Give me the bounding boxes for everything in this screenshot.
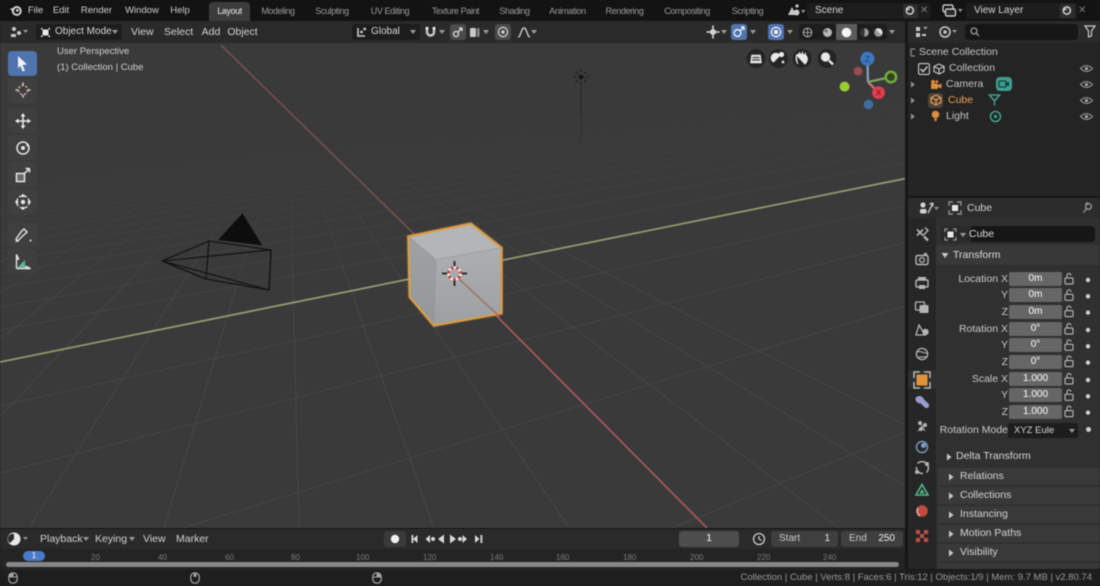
svg-text:Y: Y bbox=[888, 73, 893, 82]
svg-text:Z: Z bbox=[865, 55, 870, 64]
svg-text:X: X bbox=[876, 89, 882, 98]
